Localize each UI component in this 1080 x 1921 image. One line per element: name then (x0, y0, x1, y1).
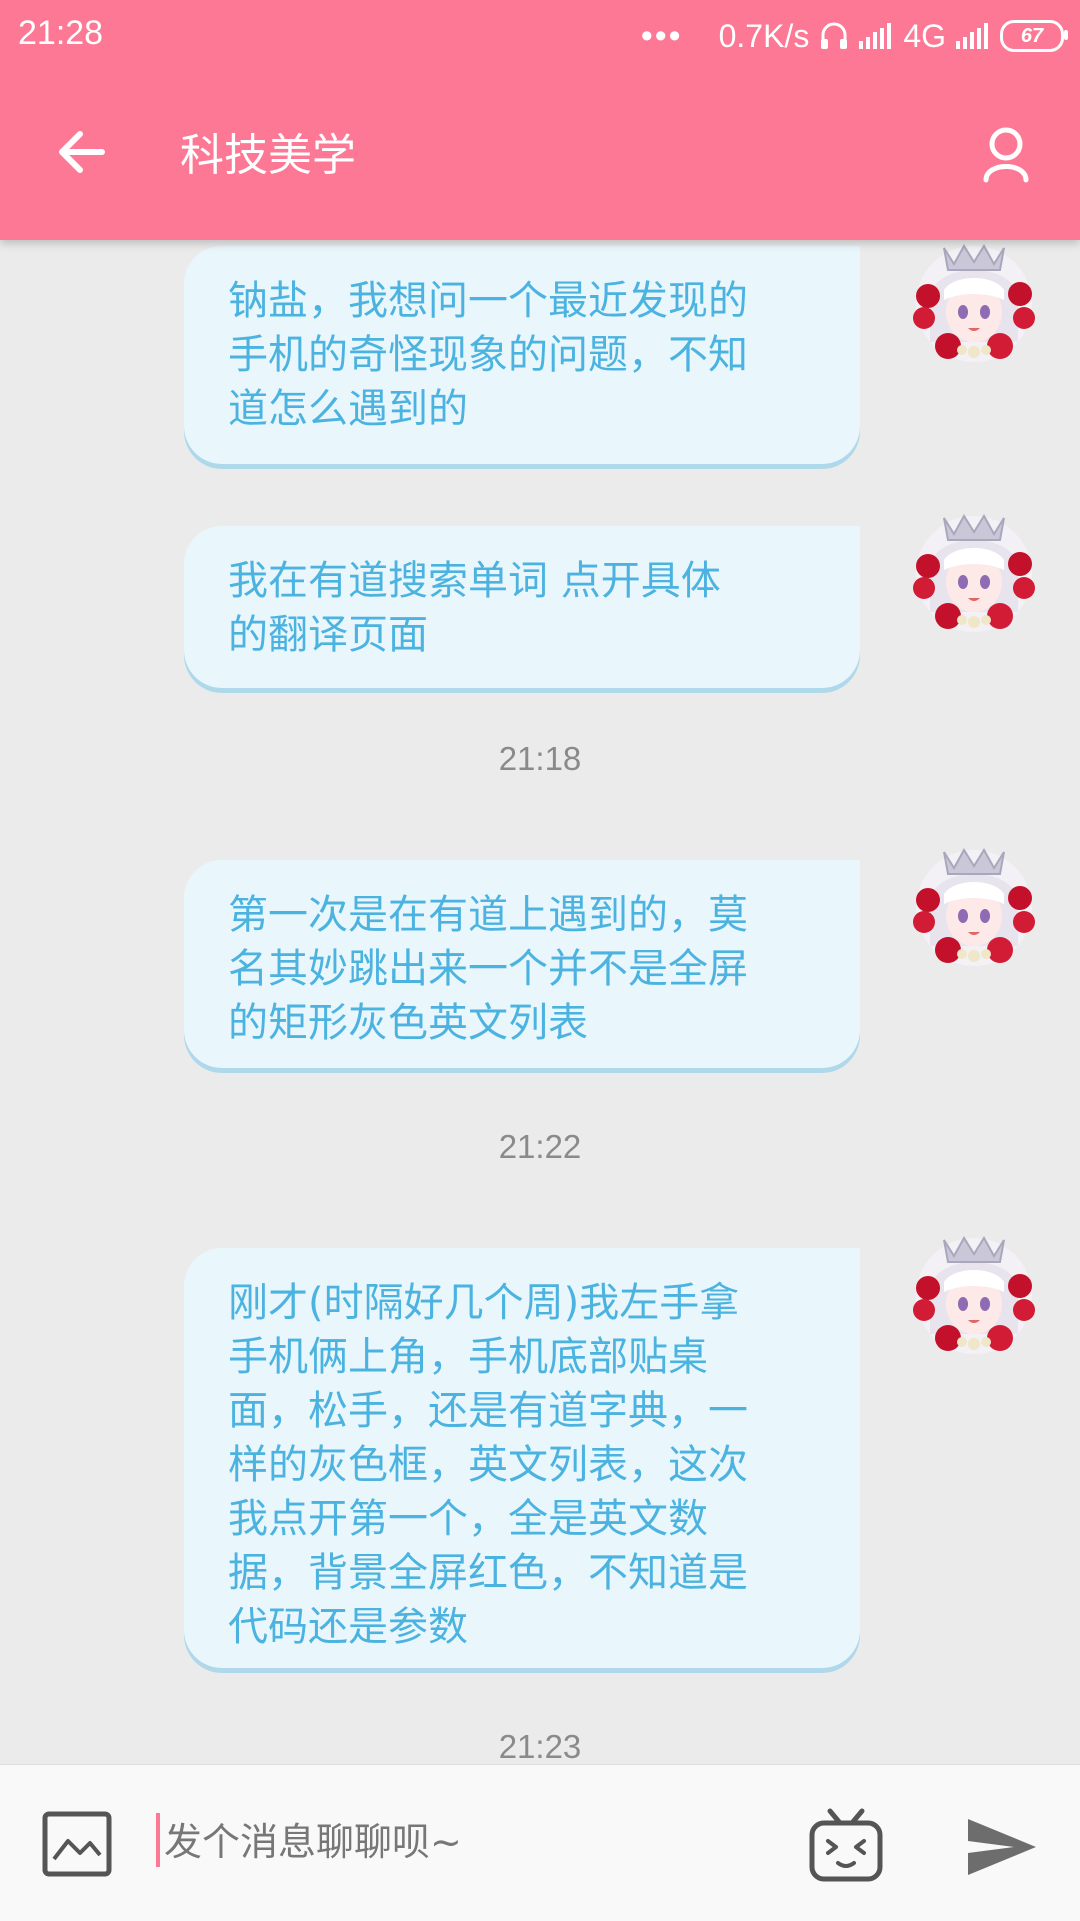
person-icon[interactable] (976, 124, 1036, 184)
battery-icon: 67 (1000, 20, 1068, 52)
page-title: 科技美学 (180, 130, 356, 181)
signal-icon-2 (956, 23, 988, 49)
message-text: 我在有道搜索单词 点开具体 的翻译页面 (228, 558, 721, 658)
signal-icon (859, 23, 892, 49)
chat-list[interactable]: 钠盐，我想问一个最近发现的 手机的奇怪现象的问题，不知 道怎么遇到的 我在有道搜… (0, 240, 1080, 1764)
top-bar: 21:28 ••• 0.7K/s 4G 67 科技美学 (0, 0, 1080, 240)
message-text: 钠盐，我想问一个最近发现的 手机的奇怪现象的问题，不知 道怎么遇到的 (228, 278, 748, 432)
message-timestamp: 21:18 (498, 740, 582, 777)
tv-face-icon[interactable] (806, 1805, 886, 1885)
network-speed: 0.7K/s (718, 17, 810, 54)
network-type: 4G (903, 17, 946, 54)
message-input[interactable] (162, 1805, 786, 1879)
headphone-icon (821, 22, 848, 49)
message-timestamp: 21:22 (498, 1128, 582, 1165)
status-indicators: ••• 0.7K/s 4G 67 (640, 14, 1068, 58)
message-bubble[interactable]: 第一次是在有道上遇到的，莫 名其妙跳出来一个并不是全屏 的矩形灰色英文列表 (184, 860, 860, 1068)
message-input-bar (0, 1764, 1080, 1921)
message-bubble[interactable]: 我在有道搜索单词 点开具体 的翻译页面 (184, 526, 860, 688)
avatar[interactable] (908, 1226, 1040, 1358)
image-icon[interactable] (42, 1811, 112, 1877)
message-text: 刚才(时隔好几个周)我左手拿 手机俩上角，手机底部贴桌 面，松手，还是有道字典，… (228, 1280, 748, 1650)
more-dots-icon: ••• (640, 16, 683, 55)
avatar[interactable] (908, 838, 1040, 970)
message-bubble[interactable]: 刚才(时隔好几个周)我左手拿 手机俩上角，手机底部贴桌 面，松手，还是有道字典，… (184, 1248, 860, 1668)
message-timestamp: 21:23 (498, 1728, 582, 1764)
text-cursor (156, 1813, 160, 1867)
back-arrow-icon[interactable] (52, 122, 112, 182)
message-text: 第一次是在有道上遇到的，莫 名其妙跳出来一个并不是全屏 的矩形灰色英文列表 (228, 892, 748, 1046)
battery-level: 67 (1020, 24, 1044, 47)
send-icon[interactable] (966, 1815, 1038, 1879)
avatar[interactable] (908, 240, 1040, 366)
message-bubble[interactable]: 钠盐，我想问一个最近发现的 手机的奇怪现象的问题，不知 道怎么遇到的 (184, 246, 860, 464)
avatar[interactable] (908, 504, 1040, 636)
status-time: 21:28 (18, 14, 104, 52)
